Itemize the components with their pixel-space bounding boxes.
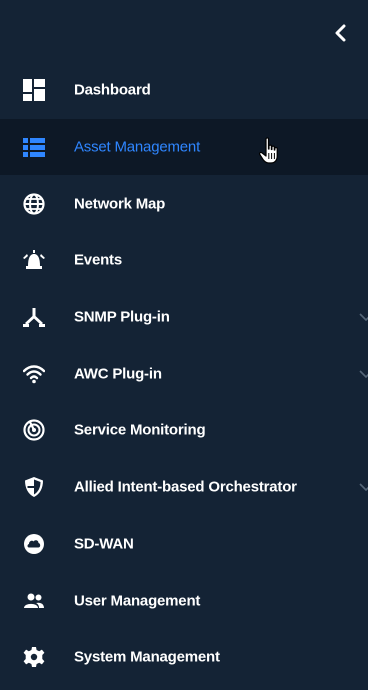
sidebar-item-awc-plug-in[interactable]: AWC Plug-in — [0, 345, 368, 402]
sidebar-item-user-management[interactable]: User Management — [0, 572, 368, 629]
sidebar-item-snmp-plug-in[interactable]: SNMP Plug-in — [0, 289, 368, 346]
sidebar-item-service-monitoring[interactable]: Service Monitoring — [0, 402, 368, 459]
list-icon — [22, 135, 46, 159]
sidebar-item-system-management[interactable]: System Management — [0, 629, 368, 686]
alarm-icon — [22, 248, 46, 272]
shield-icon — [22, 475, 46, 499]
wifi-icon — [22, 362, 46, 386]
sidebar: Dashboard Asset Management Network Map E… — [0, 0, 368, 690]
cloud-icon — [22, 532, 46, 556]
chevron-left-icon — [335, 24, 346, 42]
sidebar-item-label: Events — [74, 251, 122, 269]
sidebar-item-label: SNMP Plug-in — [74, 308, 170, 326]
monitoring-icon — [22, 418, 46, 442]
sidebar-menu: Dashboard Asset Management Network Map E… — [0, 62, 368, 686]
sidebar-item-label: AWC Plug-in — [74, 365, 162, 383]
sidebar-item-label: Dashboard — [74, 81, 151, 99]
gear-icon — [22, 645, 46, 669]
sidebar-item-label: System Management — [74, 648, 220, 666]
sidebar-item-dashboard[interactable]: Dashboard — [0, 62, 368, 119]
chevron-down-icon[interactable] — [358, 309, 368, 325]
sidebar-item-asset-management[interactable]: Asset Management — [0, 118, 368, 176]
sidebar-item-network-map[interactable]: Network Map — [0, 175, 368, 232]
sidebar-item-allied-intent-based-orchestrator[interactable]: Allied Intent-based Orchestrator — [0, 459, 368, 516]
sidebar-item-label: Service Monitoring — [74, 421, 206, 439]
globe-icon — [22, 192, 46, 216]
sidebar-item-label: Network Map — [74, 195, 166, 213]
sidebar-item-sd-wan[interactable]: SD-WAN — [0, 516, 368, 573]
collapse-sidebar-button[interactable] — [330, 20, 352, 46]
sidebar-item-events[interactable]: Events — [0, 232, 368, 289]
sidebar-item-label: Allied Intent-based Orchestrator — [74, 478, 297, 496]
hand-pointer-cursor-icon — [258, 137, 282, 165]
sidebar-item-label: User Management — [74, 592, 201, 610]
dashboard-icon — [22, 78, 46, 102]
users-icon — [22, 589, 46, 613]
chevron-down-icon[interactable] — [358, 479, 368, 495]
chevron-down-icon[interactable] — [358, 366, 368, 382]
snmp-icon — [22, 305, 46, 329]
sidebar-item-label: Asset Management — [74, 138, 201, 156]
sidebar-item-label: SD-WAN — [74, 535, 134, 553]
